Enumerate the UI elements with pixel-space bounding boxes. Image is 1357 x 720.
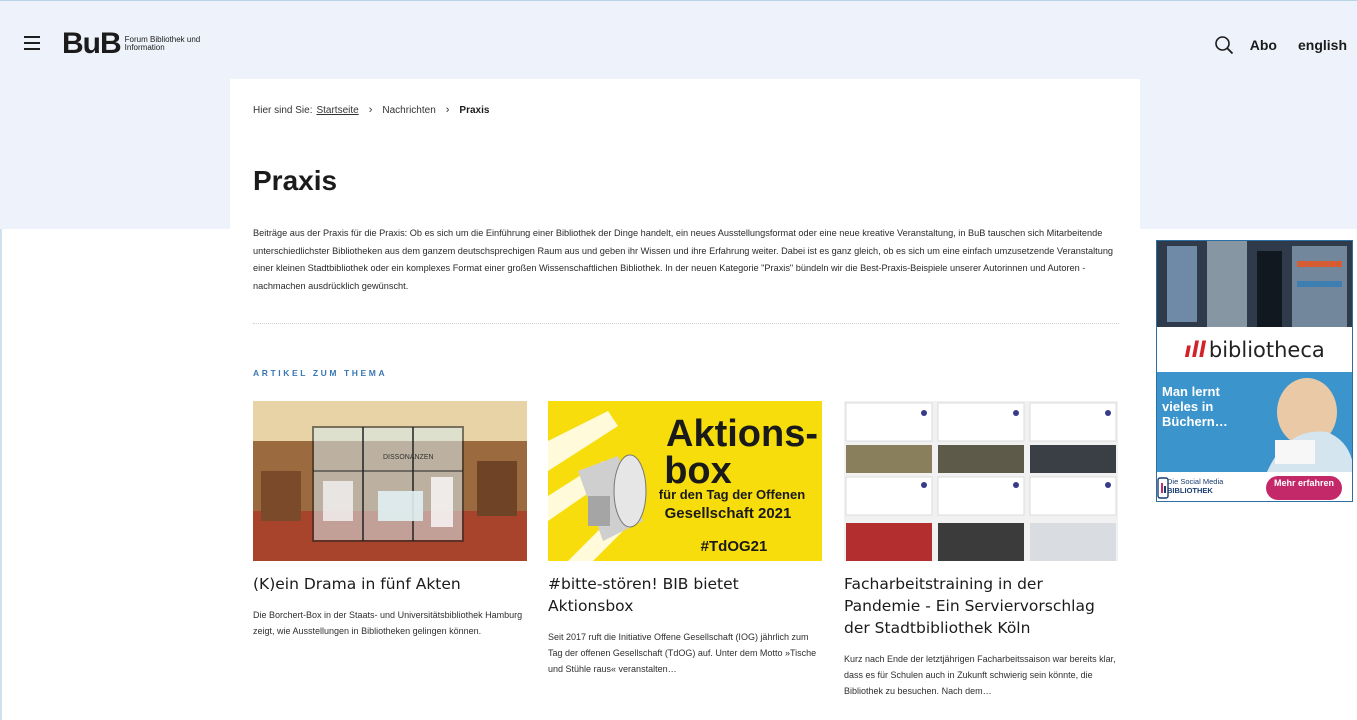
logo-mark: BuB [62,27,122,60]
english-link[interactable]: english [1298,37,1347,53]
ad-sm-line2: BIBLIOTHEK [1167,486,1213,495]
aktion-line2: box [664,450,732,492]
article-title[interactable]: (K)ein Drama in fünf Akten [253,573,527,595]
mehr-erfahren-button[interactable]: Mehr erfahren [1266,476,1342,500]
breadcrumb-current: Praxis [459,104,490,116]
article-card[interactable]: Facharbeitstraining in der Pandemie - Ei… [844,401,1118,699]
divider [253,323,1119,324]
article-teaser: Kurz nach Ende der letztjährigen Facharb… [844,654,1116,696]
search-icon[interactable] [1214,35,1234,55]
page-edge [0,229,2,720]
breadcrumb-separator: › [368,104,373,116]
article-image[interactable]: Aktions- box für den Tag der Offenen Ges… [548,401,822,561]
ad-headline: Man lernt vieles in Büchern… [1162,384,1228,429]
section-label: ARTIKEL ZUM THEMA [253,368,388,378]
article-image[interactable]: DISSONANZEN [253,401,527,561]
main-content: Hier sind Sie: Startseite › Nachrichten … [230,79,1140,720]
ad-visual: Man lernt vieles in Büchern… [1157,372,1352,472]
ad-image [1157,241,1352,327]
ad-footer: Die Social Media BIBLIOTHEK Mehr erfahre… [1157,472,1352,501]
site-header: BuB Forum Bibliothek und Information Abo… [0,0,1357,90]
ad-sm-line1: Die Social Media [1167,477,1224,486]
breadcrumb-parent[interactable]: Nachrichten [382,105,435,116]
article-teaser: Die Borchert-Box in der Staats- und Univ… [253,610,523,636]
advertisement[interactable]: ıll bibliotheca Man lernt vieles in Büche… [1156,240,1353,502]
ad-brand: ıll bibliotheca [1184,337,1325,362]
article-image-text: DISSONANZEN [383,454,434,461]
aktion-line3: für den Tag der Offenen [659,487,805,502]
breadcrumb: Hier sind Sie: Startseite › Nachrichten … [253,104,489,116]
page-intro: Beiträge aus der Praxis für die Praxis: … [253,228,1114,291]
article-card[interactable]: Aktions- box für den Tag der Offenen Ges… [548,401,822,677]
logo-subtitle: Forum Bibliothek und Information [124,35,201,52]
breadcrumb-prefix: Hier sind Sie: [253,104,313,116]
aktion-line5: #TdOG21 [701,538,768,555]
article-title[interactable]: Facharbeitstraining in der Pandemie - Ei… [844,573,1118,639]
article-title[interactable]: #bitte-stören! BIB bietet Aktionsbox [548,573,822,617]
abo-link[interactable]: Abo [1250,37,1277,53]
site-logo[interactable]: BuB Forum Bibliothek und Information [62,27,205,60]
aktion-line1: Aktions- [666,413,818,455]
aktion-line4: Gesellschaft 2021 [665,505,792,522]
article-image[interactable] [844,401,1118,561]
breadcrumb-separator: › [445,104,450,116]
header-actions: Abo english [1214,35,1347,55]
ad-social-media-label: Die Social Media BIBLIOTHEK [1167,477,1223,495]
article-card[interactable]: DISSONANZEN (K)ein Drama in fünf Akten D… [253,401,527,639]
menu-icon[interactable] [24,36,40,50]
article-teaser: Seit 2017 ruft die Initiative Offene Ges… [548,632,817,674]
breadcrumb-home[interactable]: Startseite [316,105,358,116]
ad-brand-text: bibliotheca [1208,337,1325,362]
page-title: Praxis [253,165,338,196]
